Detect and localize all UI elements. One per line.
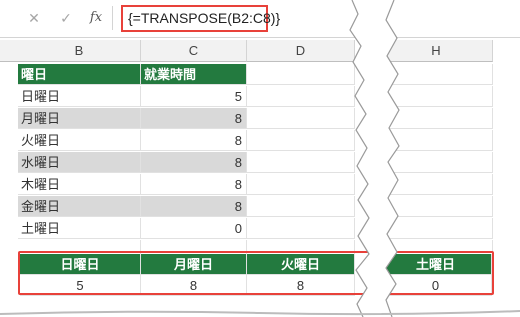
source-hours-cell[interactable]: 8: [141, 130, 247, 151]
cell[interactable]: [380, 174, 493, 195]
source-hours-cell[interactable]: 8: [141, 108, 247, 129]
cell[interactable]: [247, 64, 355, 85]
spreadsheet-window: ✕ ✓ fx {=TRANSPOSE(B2:C8)} B C D H 曜日 就業…: [0, 0, 520, 317]
source-header-hours[interactable]: 就業時間: [141, 64, 247, 85]
cell[interactable]: [380, 152, 493, 173]
enter-icon[interactable]: ✓: [55, 8, 77, 28]
source-day-cell[interactable]: 日曜日: [18, 86, 141, 107]
source-hours-cell[interactable]: 8: [141, 152, 247, 173]
column-header-b[interactable]: B: [18, 40, 141, 62]
source-hours-cell[interactable]: 8: [141, 174, 247, 195]
cell[interactable]: [380, 86, 493, 107]
column-header-c[interactable]: C: [141, 40, 247, 62]
cell[interactable]: [247, 152, 355, 173]
source-day-cell[interactable]: 土曜日: [18, 218, 141, 239]
source-day-cell[interactable]: 火曜日: [18, 130, 141, 151]
cell[interactable]: [247, 174, 355, 195]
function-icon[interactable]: fx: [85, 8, 107, 28]
source-day-cell[interactable]: 水曜日: [18, 152, 141, 173]
formula-input[interactable]: {=TRANSPOSE(B2:C8)}: [121, 5, 280, 32]
cell[interactable]: [247, 218, 355, 239]
source-day-cell[interactable]: 月曜日: [18, 108, 141, 129]
cell[interactable]: [247, 196, 355, 217]
cell[interactable]: [380, 218, 493, 239]
column-header-stub: [0, 40, 18, 62]
column-header-d[interactable]: D: [247, 40, 355, 62]
result-highlight-box: [18, 251, 494, 295]
cell[interactable]: [247, 130, 355, 151]
source-day-cell[interactable]: 木曜日: [18, 174, 141, 195]
source-hours-cell[interactable]: 5: [141, 86, 247, 107]
column-header-h[interactable]: H: [380, 40, 493, 62]
source-hours-cell[interactable]: 0: [141, 218, 247, 239]
cell[interactable]: [380, 130, 493, 151]
cell[interactable]: [380, 108, 493, 129]
cell[interactable]: [380, 196, 493, 217]
source-day-cell[interactable]: 金曜日: [18, 196, 141, 217]
source-hours-cell[interactable]: 8: [141, 196, 247, 217]
cell[interactable]: [247, 108, 355, 129]
cell[interactable]: [380, 64, 493, 85]
cancel-icon[interactable]: ✕: [23, 8, 45, 28]
cell[interactable]: [247, 86, 355, 107]
formula-bar-divider: [112, 6, 113, 30]
source-header-day[interactable]: 曜日: [18, 64, 141, 85]
